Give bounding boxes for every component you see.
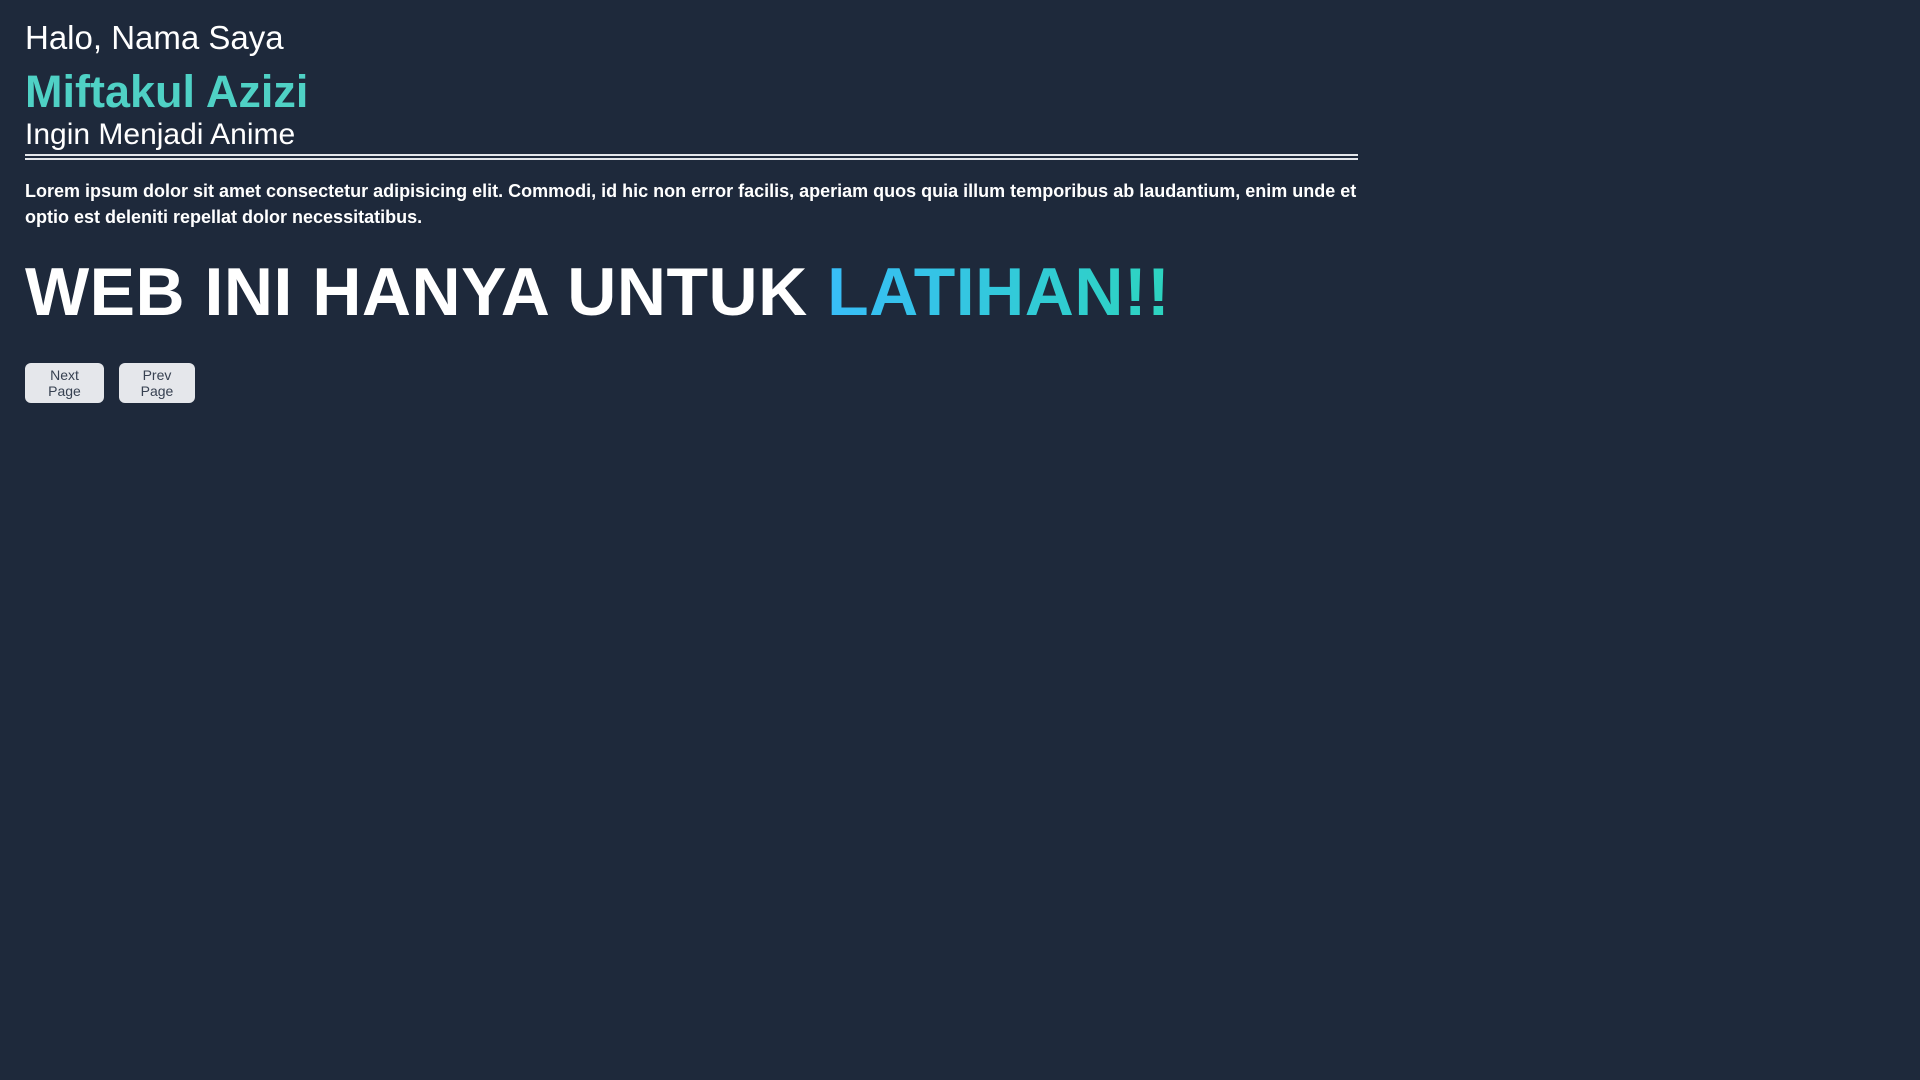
headline: WEB INI HANYA UNTUK LATIHAN!! xyxy=(25,252,1170,332)
subtitle-heading: Ingin Menjadi Anime xyxy=(25,118,296,151)
name-heading: Miftakul Azizi xyxy=(25,66,309,117)
intro-paragraph: Lorem ipsum dolor sit amet consectetur a… xyxy=(25,181,1357,227)
prev-page-button[interactable]: Prev Page xyxy=(119,363,195,403)
headline-accent-text: LATIHAN!! xyxy=(827,254,1171,330)
next-page-button[interactable]: Next Page xyxy=(25,363,104,403)
headline-main-text: WEB INI HANYA UNTUK xyxy=(25,254,828,330)
double-divider xyxy=(25,154,1358,160)
greeting-heading: Halo, Nama Saya xyxy=(25,19,284,56)
